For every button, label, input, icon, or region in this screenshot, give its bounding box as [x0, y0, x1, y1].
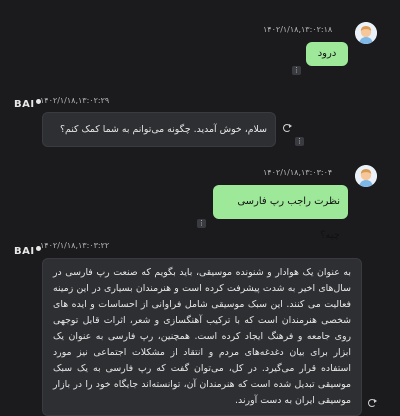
more-options-icon[interactable]: ⋮ [292, 66, 301, 75]
more-options-icon[interactable]: ⋮ [295, 137, 304, 146]
assistant-logo: BAI [14, 99, 41, 110]
user-avatar-icon [355, 22, 377, 44]
assistant-name: BAI [14, 99, 35, 110]
message-timestamp: ۱۴۰۲/۱/۱۸,۱۳:۰۳:۲۲ [40, 241, 110, 250]
assistant-logo: BAI [14, 246, 41, 257]
assistant-name: BAI [14, 246, 35, 257]
more-options-icon[interactable]: ⋮ [197, 219, 206, 228]
message-timestamp: ۱۴۰۲/۱/۱۸,۱۳:۰۳:۰۴ [263, 168, 333, 177]
user-avatar-icon [355, 165, 377, 187]
message-bubble: نظرت راجب رپ فارسی چیه؟ [213, 185, 348, 241]
message-bubble: سلام، خوش آمدید. چگونه می‌توانم به شما ک… [42, 112, 276, 147]
message-timestamp: ۱۴۰۲/۱/۱۸,۱۳:۰۲:۱۸ [263, 25, 333, 34]
message-bubble: به عنوان یک هوادار و شنونده موسیقی، باید… [42, 258, 362, 416]
message-bubble: درود [306, 42, 348, 66]
refresh-icon[interactable] [283, 124, 292, 132]
message-timestamp: ۱۴۰۲/۱/۱۸,۱۳:۰۲:۲۹ [40, 96, 110, 105]
refresh-icon[interactable] [368, 399, 377, 407]
